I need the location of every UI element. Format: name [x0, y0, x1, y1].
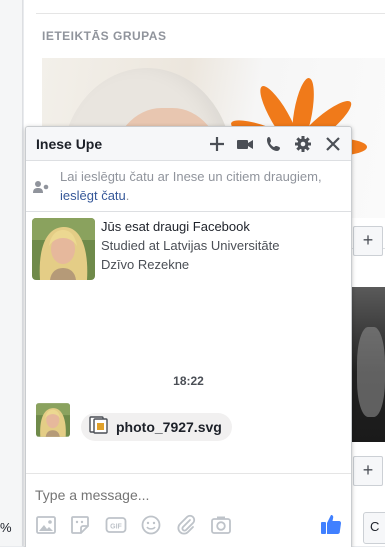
message-input[interactable]: [35, 487, 335, 503]
gear-icon[interactable]: [293, 134, 313, 154]
join-group-button-2[interactable]: +: [353, 456, 383, 486]
profile-photo[interactable]: [32, 218, 95, 280]
suggested-groups-title: IETEIKTĀS GRUPAS: [42, 29, 167, 43]
chat-off-notice: Lai ieslēgtu čatu ar Inese un citiem dra…: [26, 161, 351, 212]
divider: [26, 473, 351, 474]
sticker-icon[interactable]: [69, 514, 91, 536]
message-timestamp: 18:22: [173, 374, 204, 388]
partial-percent-text: %: [0, 520, 12, 535]
location-info: Dzīvo Rezekne: [101, 257, 190, 272]
photo-icon[interactable]: [35, 514, 57, 536]
file-icon: [89, 415, 109, 439]
video-icon[interactable]: [235, 134, 255, 154]
notice-text: Lai ieslēgtu čatu ar Inese un citiem dra…: [60, 167, 340, 205]
turn-on-chat-link[interactable]: ieslēgt čatu: [60, 188, 126, 203]
notice-period: .: [125, 188, 130, 203]
avatar[interactable]: [36, 403, 70, 437]
chat-title[interactable]: Inese Upe: [36, 136, 102, 152]
chat-header[interactable]: Inese Upe: [26, 127, 351, 161]
friends-status: Jūs esat draugi Facebook: [101, 219, 250, 234]
close-icon[interactable]: [323, 134, 343, 154]
group-cover-photo-2[interactable]: [349, 287, 385, 442]
turn-on-chat-icon: [33, 180, 51, 194]
education-info: Studied at Latvijas Universitāte: [101, 238, 280, 253]
notice-message: Lai ieslēgtu čatu ar Inese un citiem dra…: [60, 169, 322, 184]
camera-icon[interactable]: [210, 514, 232, 536]
svg-text:GIF: GIF: [110, 524, 122, 531]
attachment-filename: photo_7927.svg: [116, 419, 222, 435]
gif-icon[interactable]: GIF: [105, 514, 127, 536]
phone-icon[interactable]: [264, 134, 284, 154]
attachment-icon[interactable]: [175, 514, 197, 536]
divider: [36, 13, 385, 14]
friend-info: Jūs esat draugi Facebook Studied at Latv…: [101, 217, 279, 274]
partial-button[interactable]: C: [363, 512, 385, 544]
chat-window: Inese Upe Lai ieslēgtu čatu ar Inese un …: [25, 126, 352, 547]
like-icon[interactable]: [319, 512, 343, 536]
plus-icon[interactable]: [207, 134, 227, 154]
file-attachment[interactable]: photo_7927.svg: [81, 413, 232, 441]
emoji-icon[interactable]: [140, 514, 162, 536]
left-column: [0, 0, 23, 546]
join-group-button[interactable]: +: [353, 226, 383, 256]
